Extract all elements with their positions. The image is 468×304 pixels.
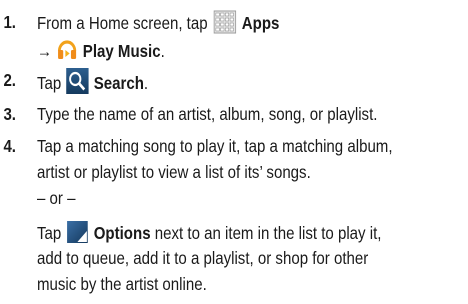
play-music-label: Play Music [82, 41, 161, 61]
apps-grid-icon [213, 10, 237, 34]
step-1-nav: → Play Music. [37, 36, 165, 63]
corner-triangle-icon [67, 221, 88, 243]
step-number: 1. [3, 12, 17, 32]
step-number: 2. [3, 70, 17, 90]
period: . [143, 73, 149, 93]
step-number: 3. [3, 104, 17, 124]
step-text: music by the artist online. [36, 274, 207, 294]
step-text: artist or playlist to view a list of its… [36, 162, 311, 182]
instruction-list: 1. From a Home screen, tap Apps → Play M… [0, 0, 468, 304]
search-label: Search [93, 73, 144, 93]
step-number: 4. [3, 136, 17, 156]
options-label: Options [93, 223, 151, 243]
apps-label: Apps [241, 13, 280, 33]
alt-text-rest: next to an item in the list to play it, [154, 223, 382, 243]
step-text: Tap Options next to an item in the list … [37, 220, 381, 245]
period: . [160, 41, 165, 61]
step-2-text: Tap [36, 73, 62, 93]
arrow-icon: → [36, 41, 53, 61]
step-text: Tap a matching song to play it, tap a ma… [36, 136, 393, 156]
alt-text: Tap [36, 223, 62, 243]
step-text: From a Home screen, tap Apps [37, 10, 279, 35]
step-1-text: From a Home screen, tap [36, 13, 208, 33]
step-text: Tap Search. [37, 68, 148, 95]
headphones-icon [58, 40, 77, 59]
step-text: add to queue, add it to a playlist, or s… [36, 248, 369, 268]
step-text: Type the name of an artist, album, song,… [36, 104, 378, 124]
or-text: – or – [36, 188, 76, 208]
magnifier-icon [66, 68, 89, 94]
